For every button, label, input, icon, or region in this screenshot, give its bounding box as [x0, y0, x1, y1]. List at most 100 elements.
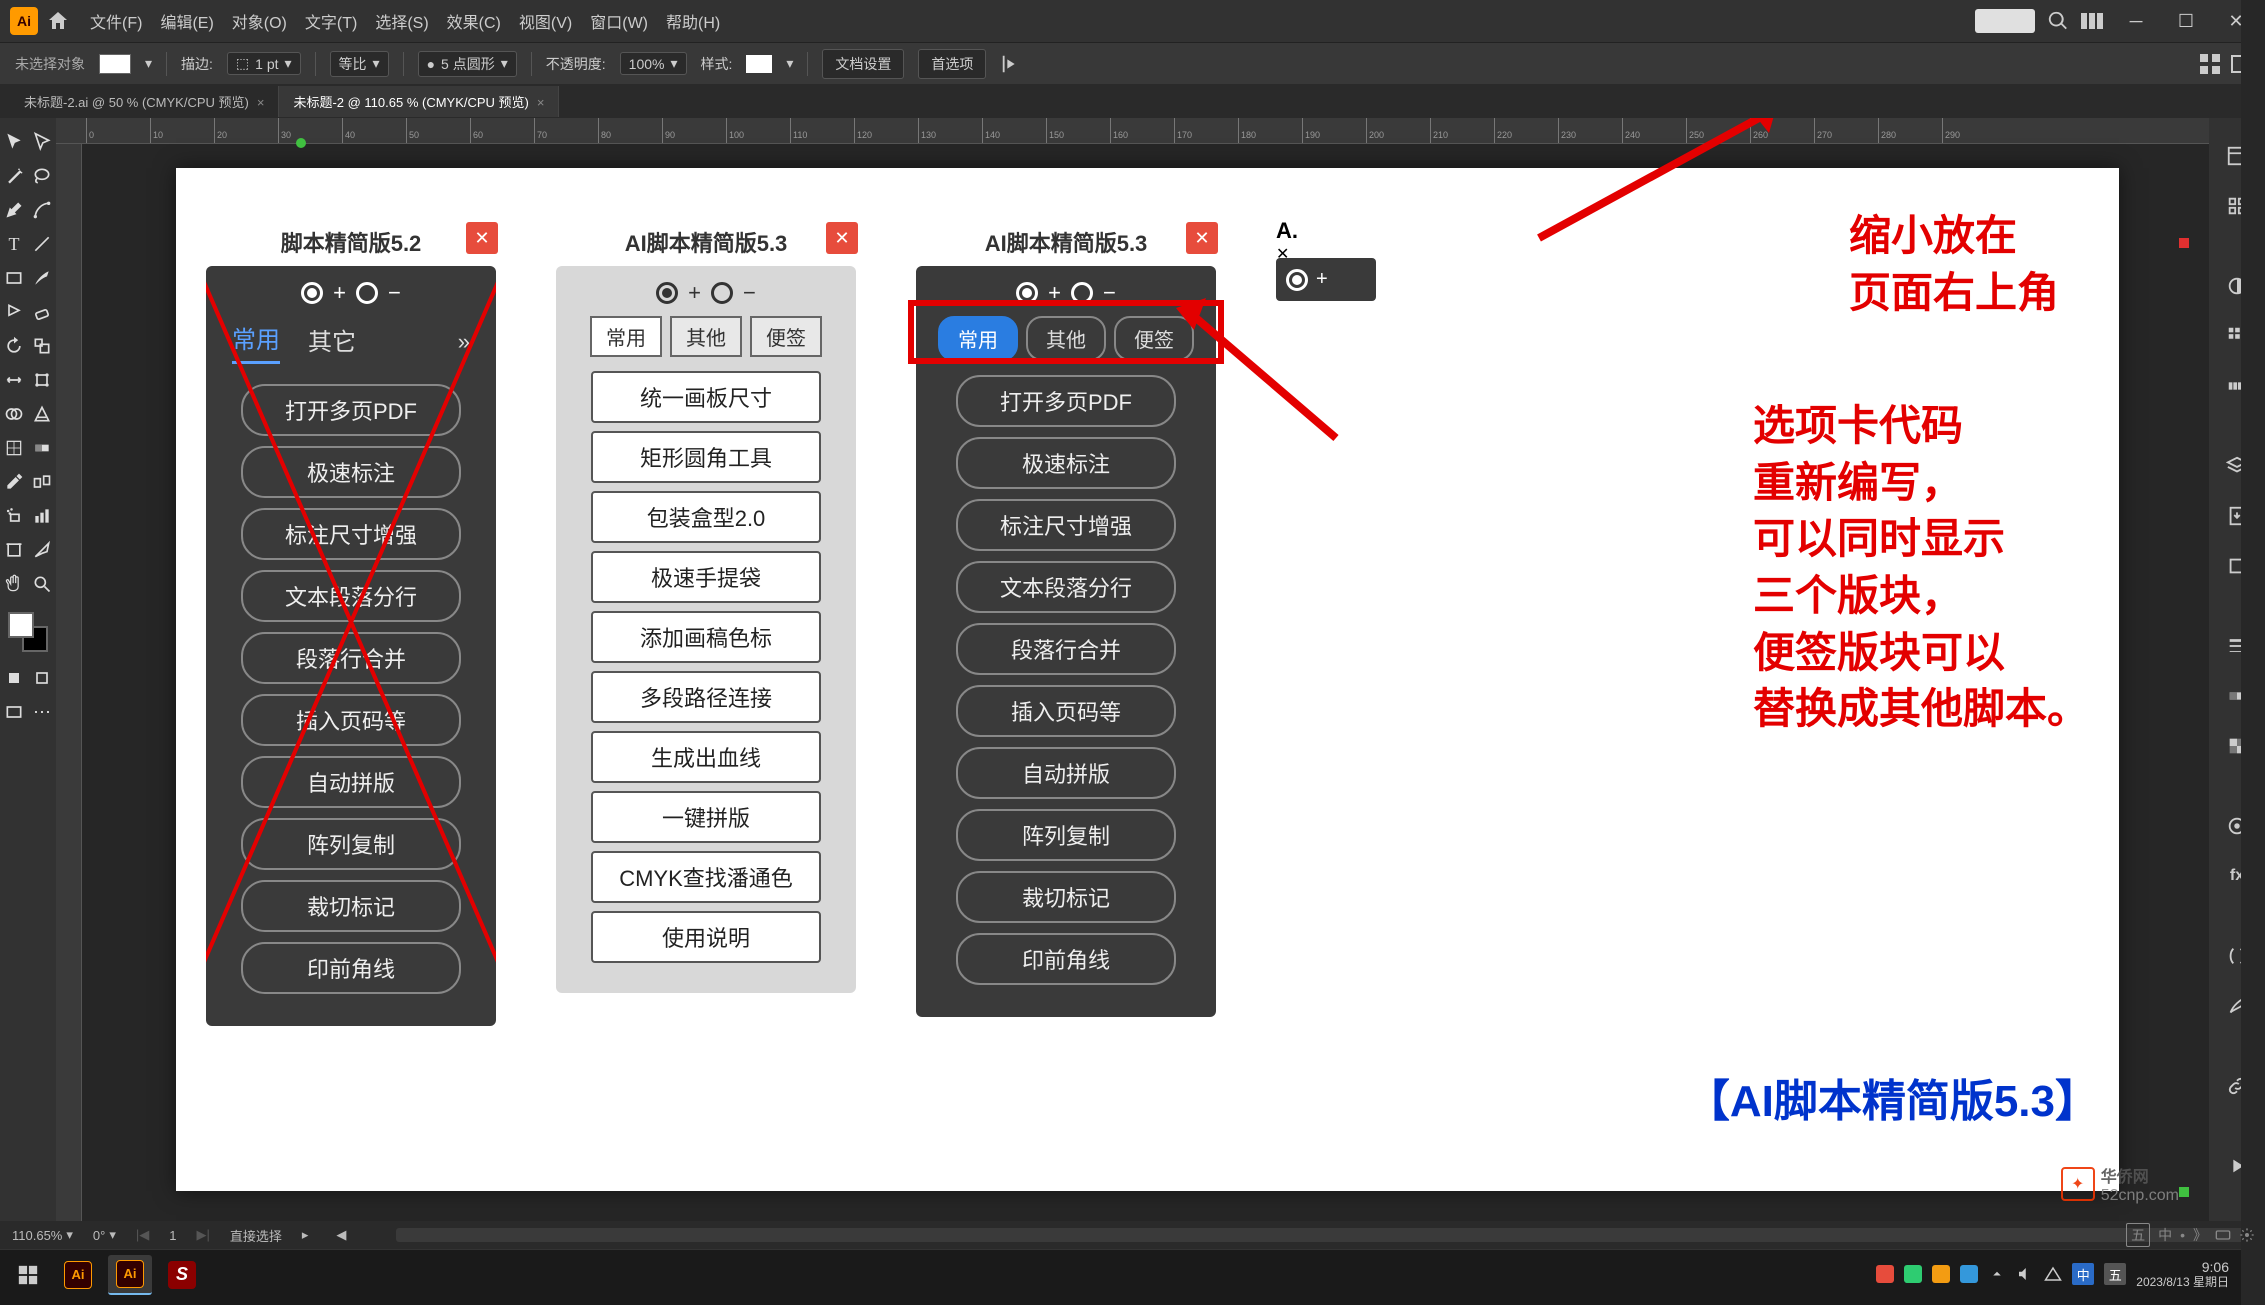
shape-builder-tool[interactable]	[0, 398, 28, 430]
document-setup-button[interactable]: 文档设置	[822, 49, 904, 79]
script-button[interactable]: CMYK查找潘通色	[591, 851, 821, 903]
shaper-tool[interactable]	[0, 296, 28, 328]
menu-type[interactable]: 文字(T)	[305, 9, 357, 33]
curvature-tool[interactable]	[28, 194, 56, 226]
script-button[interactable]: 多段路径连接	[591, 671, 821, 723]
graph-tool[interactable]	[28, 500, 56, 532]
script-button[interactable]: 段落行合并	[956, 623, 1176, 675]
close-tab-icon[interactable]: ×	[537, 95, 545, 110]
radio-off-icon[interactable]	[711, 282, 733, 304]
script-button[interactable]: 生成出血线	[591, 731, 821, 783]
close-icon[interactable]: ✕	[466, 222, 498, 254]
script-button[interactable]: 添加画稿色标	[591, 611, 821, 663]
radio-on-icon[interactable]	[301, 282, 323, 304]
rectangle-tool[interactable]	[0, 262, 28, 294]
align-icon[interactable]	[1000, 53, 1022, 75]
script-button[interactable]: 印前角线	[956, 933, 1176, 985]
document-tab-2[interactable]: 未标题-2 @ 110.65 % (CMYK/CPU 预览)×	[279, 86, 559, 117]
script-button[interactable]: 印前角线	[241, 942, 461, 994]
taskbar-app-illustrator-2[interactable]: Ai	[108, 1255, 152, 1295]
taskbar-app-other[interactable]: S	[160, 1255, 204, 1295]
radio-off-icon[interactable]	[356, 282, 378, 304]
script-button[interactable]: 统一画板尺寸	[591, 371, 821, 423]
magic-wand-tool[interactable]	[0, 160, 28, 192]
script-button[interactable]: 裁切标记	[241, 880, 461, 932]
menu-file[interactable]: 文件(F)	[90, 9, 142, 33]
menu-edit[interactable]: 编辑(E)	[160, 9, 213, 33]
eraser-tool[interactable]	[28, 296, 56, 328]
tab-other[interactable]: 其他	[670, 316, 742, 357]
tray-app-icon[interactable]	[1904, 1265, 1922, 1283]
ime-indicator-icon[interactable]: 五	[2126, 1223, 2150, 1247]
tray-app-icon[interactable]	[1960, 1265, 1978, 1283]
free-transform-tool[interactable]	[28, 364, 56, 396]
rotate-tool[interactable]	[0, 330, 28, 362]
tab-notes[interactable]: 便签	[750, 316, 822, 357]
script-button[interactable]: 插入页码等	[241, 694, 461, 746]
script-button[interactable]: 矩形圆角工具	[591, 431, 821, 483]
close-tab-icon[interactable]: ×	[257, 95, 265, 110]
menu-help[interactable]: 帮助(H)	[666, 9, 720, 33]
scale-tool[interactable]	[28, 330, 56, 362]
more-icon[interactable]: »	[458, 329, 470, 355]
menu-select[interactable]: 选择(S)	[375, 9, 428, 33]
ime-indicator-2[interactable]: 五	[2104, 1263, 2126, 1285]
script-button[interactable]: 使用说明	[591, 911, 821, 963]
home-icon[interactable]	[46, 9, 70, 33]
network-icon[interactable]	[2044, 1265, 2062, 1283]
lasso-tool[interactable]	[28, 160, 56, 192]
script-button[interactable]: 极速标注	[241, 446, 461, 498]
script-button[interactable]: 文本段落分行	[956, 561, 1176, 613]
script-button[interactable]: 裁切标记	[956, 871, 1176, 923]
zoom-level[interactable]: 110.65%▾	[12, 1227, 73, 1243]
zoom-tool[interactable]	[28, 568, 56, 600]
script-button[interactable]: 段落行合并	[241, 632, 461, 684]
start-button[interactable]	[8, 1255, 48, 1295]
horizontal-scrollbar[interactable]	[396, 1228, 2253, 1242]
screen-mode[interactable]	[0, 696, 28, 728]
tray-app-icon[interactable]	[1932, 1265, 1950, 1283]
preferences-button[interactable]: 首选项	[918, 49, 986, 79]
fill-swatch[interactable]	[99, 54, 131, 74]
menu-effect[interactable]: 效果(C)	[447, 9, 501, 33]
script-button[interactable]: 自动拼版	[956, 747, 1176, 799]
slice-tool[interactable]	[28, 534, 56, 566]
maximize-button[interactable]: ☐	[2167, 6, 2205, 36]
artboard-nav[interactable]: 1	[169, 1228, 176, 1243]
script-button[interactable]: 包装盒型2.0	[591, 491, 821, 543]
uniform-dropdown[interactable]: 等比▾	[330, 51, 389, 77]
menu-window[interactable]: 窗口(W)	[590, 9, 648, 33]
blend-tool[interactable]	[28, 466, 56, 498]
stroke-weight-dropdown[interactable]: ⬚1 pt▾	[227, 52, 301, 75]
grid-icon[interactable]	[2200, 54, 2220, 74]
type-tool[interactable]: T	[0, 228, 28, 260]
script-button[interactable]: 打开多页PDF	[956, 375, 1176, 427]
keyboard-icon[interactable]	[2215, 1227, 2231, 1243]
selection-tool[interactable]	[0, 126, 28, 158]
paintbrush-tool[interactable]	[28, 262, 56, 294]
symbol-sprayer-tool[interactable]	[0, 500, 28, 532]
style-swatch[interactable]	[746, 55, 772, 73]
script-button[interactable]: 标注尺寸增强	[956, 499, 1176, 551]
script-button[interactable]: 自动拼版	[241, 756, 461, 808]
minimize-button[interactable]: ─	[2117, 6, 2155, 36]
mesh-tool[interactable]	[0, 432, 28, 464]
artboard-tool[interactable]	[0, 534, 28, 566]
menu-object[interactable]: 对象(O)	[232, 9, 287, 33]
menu-view[interactable]: 视图(V)	[519, 9, 572, 33]
canvas[interactable]: 0102030405060708090100110120130140150160…	[56, 118, 2209, 1221]
script-button[interactable]: 阵列复制	[241, 818, 461, 870]
fill-stroke-swatches[interactable]	[8, 612, 48, 652]
width-tool[interactable]	[0, 364, 28, 396]
script-button[interactable]: 文本段落分行	[241, 570, 461, 622]
close-icon[interactable]: ✕	[1186, 222, 1218, 254]
expand-icon[interactable]: 》	[2193, 1225, 2207, 1245]
script-button[interactable]: 极速标注	[956, 437, 1176, 489]
tab-common[interactable]: 常用	[232, 320, 280, 364]
script-button[interactable]: 插入页码等	[956, 685, 1176, 737]
document-tab-1[interactable]: 未标题-2.ai @ 50 % (CMYK/CPU 预览)×	[10, 86, 279, 117]
direct-selection-tool[interactable]	[28, 126, 56, 158]
tab-other[interactable]: 其它	[308, 322, 356, 363]
draw-mode-normal[interactable]	[0, 662, 28, 694]
draw-mode-behind[interactable]	[28, 662, 56, 694]
